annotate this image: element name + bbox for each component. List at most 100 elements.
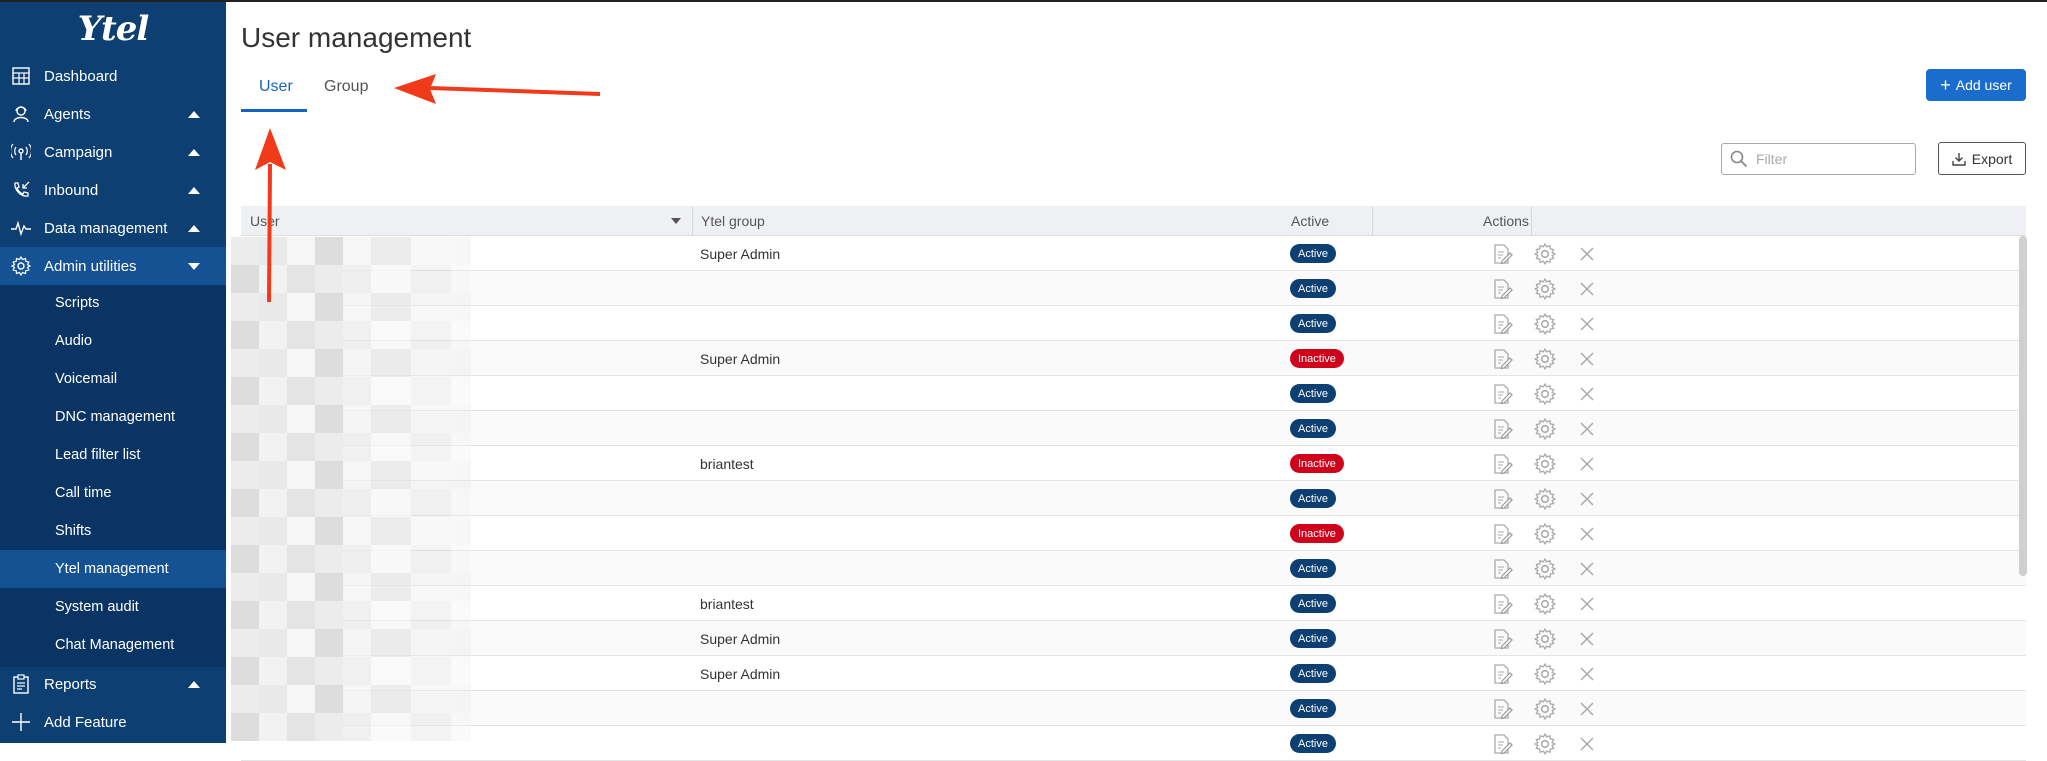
gear-icon[interactable] <box>1533 277 1557 301</box>
gear-icon[interactable] <box>1533 242 1557 266</box>
edit-icon[interactable] <box>1491 383 1513 405</box>
sidebar-subitem-scripts[interactable]: Scripts <box>0 284 226 322</box>
gear-icon[interactable] <box>1533 697 1557 721</box>
ytel-logo[interactable]: Ytel <box>0 0 226 58</box>
sidebar-subitem-ytel-management[interactable]: Ytel management <box>0 550 226 588</box>
edit-icon[interactable] <box>1491 523 1513 545</box>
table-row[interactable]: Active <box>241 271 2026 306</box>
sidebar-item-agents[interactable]: Agents <box>0 95 226 133</box>
table-row[interactable]: Active <box>241 691 2026 726</box>
gear-icon[interactable] <box>1533 487 1557 511</box>
close-icon[interactable] <box>1576 628 1598 650</box>
add-user-button[interactable]: + Add user <box>1926 69 2026 101</box>
sidebar-subitem-shifts[interactable]: Shifts <box>0 512 226 550</box>
tab-group[interactable]: Group <box>324 78 368 96</box>
gear-icon[interactable] <box>1533 662 1557 686</box>
gear-icon[interactable] <box>1533 732 1557 756</box>
sidebar-subitem-voicemail[interactable]: Voicemail <box>0 360 226 398</box>
sort-caret-icon[interactable] <box>671 218 681 224</box>
table-row[interactable]: Active <box>241 551 2026 586</box>
sidebar-subitem-call-time[interactable]: Call time <box>0 474 226 512</box>
gear-icon[interactable] <box>1533 347 1557 371</box>
table-row[interactable]: Active <box>241 481 2026 516</box>
close-icon[interactable] <box>1576 313 1598 335</box>
edit-icon[interactable] <box>1491 348 1513 370</box>
edit-icon[interactable] <box>1491 593 1513 615</box>
table-row[interactable]: Super Admin Inactive <box>241 341 2026 376</box>
gear-icon[interactable] <box>1533 382 1557 406</box>
sidebar-item-add-feature[interactable]: Add Feature <box>0 703 226 741</box>
chevron-down-icon[interactable] <box>188 262 200 270</box>
active-tab-indicator <box>241 109 307 112</box>
chevron-up-icon[interactable] <box>188 186 200 194</box>
table-row[interactable]: Inactive <box>241 516 2026 551</box>
edit-icon[interactable] <box>1491 698 1513 720</box>
chevron-up-icon[interactable] <box>188 680 200 688</box>
close-icon[interactable] <box>1576 663 1598 685</box>
redaction-block <box>259 657 287 685</box>
sidebar-item-campaign[interactable]: Campaign <box>0 133 226 171</box>
sidebar-item-data-management[interactable]: Data management <box>0 209 226 247</box>
close-icon[interactable] <box>1576 558 1598 580</box>
close-icon[interactable] <box>1576 523 1598 545</box>
sidebar-item-inbound[interactable]: Inbound <box>0 171 226 209</box>
table-scrollbar[interactable] <box>2019 236 2027 576</box>
chevron-up-icon[interactable] <box>188 110 200 118</box>
redaction-block <box>411 293 451 321</box>
close-icon[interactable] <box>1576 418 1598 440</box>
edit-icon[interactable] <box>1491 663 1513 685</box>
sidebar-subitem-chat-management[interactable]: Chat Management <box>0 626 226 664</box>
edit-icon[interactable] <box>1491 488 1513 510</box>
edit-icon[interactable] <box>1491 313 1513 335</box>
gear-icon[interactable] <box>1533 557 1557 581</box>
close-icon[interactable] <box>1576 488 1598 510</box>
gear-icon[interactable] <box>1533 627 1557 651</box>
close-icon[interactable] <box>1576 593 1598 615</box>
table-row[interactable]: briantest Inactive <box>241 446 2026 481</box>
table-row[interactable]: Active <box>241 376 2026 411</box>
table-row[interactable]: Super Admin Active <box>241 236 2026 271</box>
table-row[interactable]: Active <box>241 726 2026 761</box>
sidebar-subitem-system-audit[interactable]: System audit <box>0 588 226 626</box>
table-row[interactable]: briantest Active <box>241 586 2026 621</box>
close-icon[interactable] <box>1576 453 1598 475</box>
table-row[interactable]: Super Admin Active <box>241 621 2026 656</box>
export-button[interactable]: Export <box>1938 142 2026 175</box>
redaction-block <box>411 349 451 377</box>
sidebar-subitem-audio[interactable]: Audio <box>0 322 226 360</box>
edit-icon[interactable] <box>1491 453 1513 475</box>
table-row[interactable]: Active <box>241 411 2026 446</box>
filter-field[interactable] <box>1721 143 1916 175</box>
close-icon[interactable] <box>1576 383 1598 405</box>
gear-icon[interactable] <box>1533 417 1557 441</box>
close-icon[interactable] <box>1576 698 1598 720</box>
gear-icon[interactable] <box>1533 452 1557 476</box>
gear-icon[interactable] <box>1533 312 1557 336</box>
chevron-up-icon[interactable] <box>188 224 200 232</box>
chevron-up-icon[interactable] <box>188 148 200 156</box>
edit-icon[interactable] <box>1491 418 1513 440</box>
status-badge: Active <box>1290 594 1336 613</box>
close-icon[interactable] <box>1576 348 1598 370</box>
column-header-ytel-group[interactable]: Ytel group <box>692 206 1372 236</box>
gear-icon[interactable] <box>1533 592 1557 616</box>
close-icon[interactable] <box>1576 243 1598 265</box>
edit-icon[interactable] <box>1491 278 1513 300</box>
column-header-user[interactable]: User <box>241 206 692 236</box>
sidebar-item-reports[interactable]: Reports <box>0 665 226 703</box>
edit-icon[interactable] <box>1491 558 1513 580</box>
table-row[interactable]: Super Admin Active <box>241 656 2026 691</box>
table-row[interactable]: Active <box>241 306 2026 341</box>
sidebar-subitem-lead-filter-list[interactable]: Lead filter list <box>0 436 226 474</box>
tab-user[interactable]: User <box>259 78 293 96</box>
sidebar-item-dashboard[interactable]: Dashboard <box>0 57 226 95</box>
edit-icon[interactable] <box>1491 243 1513 265</box>
close-icon[interactable] <box>1576 733 1598 755</box>
gear-icon[interactable] <box>1533 522 1557 546</box>
close-icon[interactable] <box>1576 278 1598 300</box>
edit-icon[interactable] <box>1491 628 1513 650</box>
edit-icon[interactable] <box>1491 733 1513 755</box>
sidebar-subitem-dnc-management[interactable]: DNC management <box>0 398 226 436</box>
filter-input[interactable] <box>1756 151 1906 167</box>
sidebar-item-admin-utilities[interactable]: Admin utilities <box>0 247 226 285</box>
